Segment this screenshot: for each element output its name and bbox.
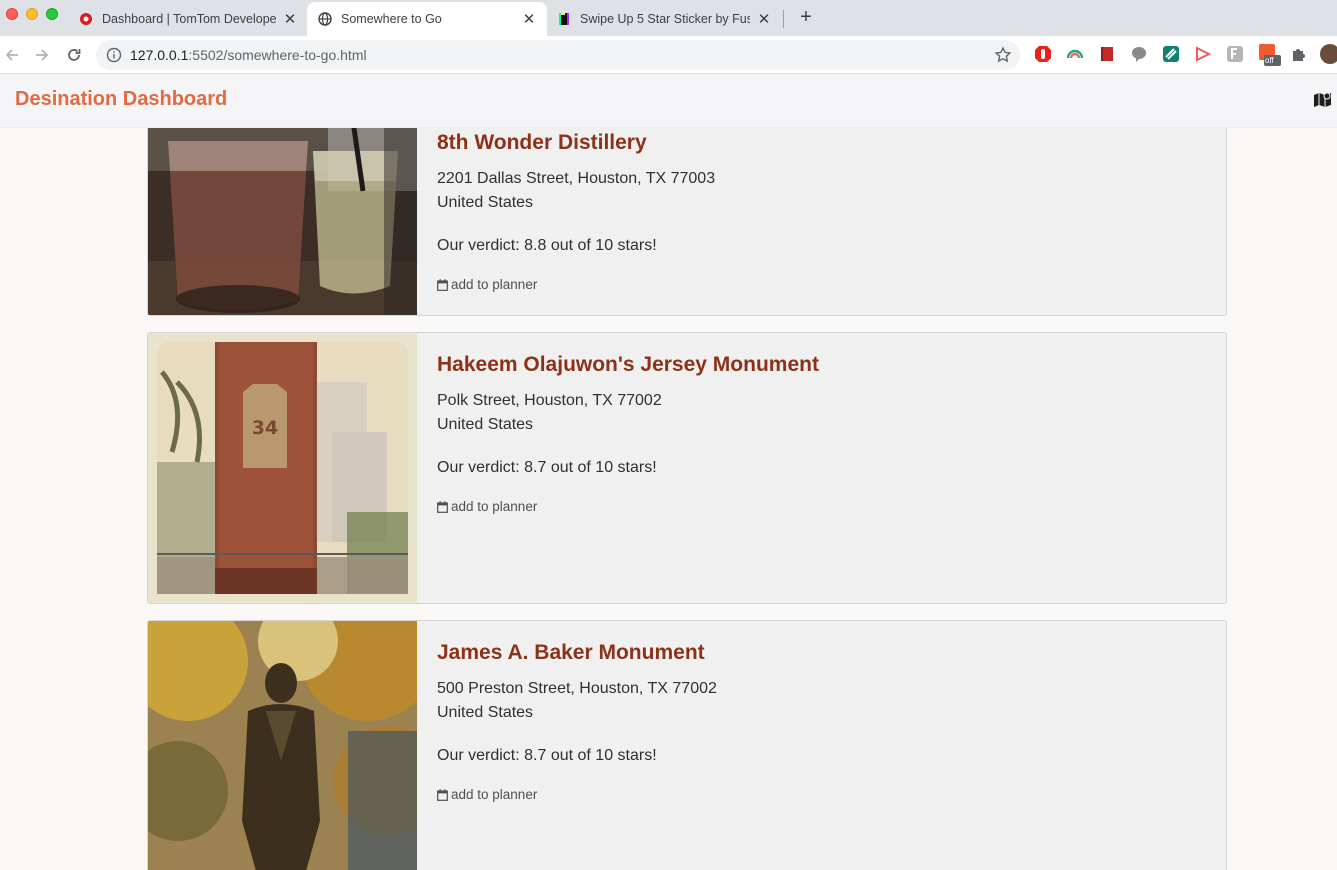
add-to-planner-link[interactable]: add to planner — [437, 277, 715, 292]
app-navbar: Desination Dashboard — [0, 74, 1337, 128]
address-line-1: 500 Preston Street, Houston, TX 77002 — [437, 680, 717, 697]
add-to-planner-link[interactable]: add to planner — [437, 787, 717, 802]
brand-title[interactable]: Desination Dashboard — [15, 88, 227, 111]
url-host: 127.0.0.1 — [130, 47, 189, 63]
place-title[interactable]: 8th Wonder Distillery — [437, 131, 715, 155]
address-line-1: Polk Street, Houston, TX 77002 — [437, 392, 662, 409]
place-card: 8th Wonder Distillery 2201 Dallas Street… — [147, 110, 1227, 316]
adblock-extension-icon[interactable] — [1034, 45, 1052, 63]
place-info: James A. Baker Monument 500 Preston Stre… — [437, 641, 717, 802]
book-extension-icon[interactable] — [1098, 45, 1116, 63]
verdict-text: Our verdict: 8.7 out of 10 stars! — [437, 459, 657, 476]
window-close-button[interactable] — [6, 8, 18, 20]
arrow-left-icon — [5, 49, 18, 61]
tab-title: Dashboard | TomTom Develope — [102, 12, 276, 26]
browser-toolbar: 127.0.0.1:5502/somewhere-to-go.html off — [0, 36, 1337, 74]
feedly-extension-icon[interactable] — [1162, 45, 1180, 63]
planner-label: add to planner — [451, 277, 538, 292]
tomtom-icon — [78, 11, 94, 27]
forward-button[interactable] — [30, 43, 54, 67]
browser-tab-strip: Dashboard | TomTom Develope ✕ Somewhere … — [0, 0, 1337, 36]
place-info: Hakeem Olajuwon's Jersey Monument Polk S… — [437, 353, 819, 514]
rainbow-extension-icon[interactable] — [1066, 45, 1084, 63]
reload-icon — [68, 49, 81, 61]
play-arrow-extension-icon[interactable] — [1194, 45, 1212, 63]
reload-button[interactable] — [62, 43, 86, 67]
back-button[interactable] — [0, 43, 24, 67]
calendar-icon — [437, 788, 448, 801]
place-info: 8th Wonder Distillery 2201 Dallas Street… — [437, 131, 715, 292]
address-line-2: United States — [437, 704, 534, 721]
window-maximize-button[interactable] — [46, 8, 58, 20]
place-card: 34 Hakeem Olajuwon's Jersey Monument Pol… — [147, 332, 1227, 604]
verdict-text: Our verdict: 8.8 out of 10 stars! — [437, 237, 657, 254]
cocktail-glasses-photo — [148, 111, 417, 315]
new-tab-button[interactable]: + — [796, 7, 816, 28]
bronze-statue-photo — [148, 621, 417, 870]
font-extension-icon[interactable] — [1226, 45, 1244, 63]
browser-tab-tomtom[interactable]: Dashboard | TomTom Develope ✕ — [68, 2, 308, 36]
calendar-icon — [437, 278, 448, 291]
puzzle-piece-icon[interactable] — [1290, 45, 1308, 63]
close-icon[interactable]: ✕ — [282, 11, 298, 28]
info-icon[interactable] — [106, 47, 122, 68]
planner-label: add to planner — [451, 499, 538, 514]
close-icon[interactable]: ✕ — [756, 11, 772, 28]
globe-icon — [317, 11, 333, 27]
url-text: 127.0.0.1:5502/somewhere-to-go.html — [130, 47, 367, 63]
address-bar[interactable]: 127.0.0.1:5502/somewhere-to-go.html — [96, 40, 1020, 70]
browser-tab-somewhere[interactable]: Somewhere to Go ✕ — [307, 2, 547, 36]
tab-title: Swipe Up 5 Star Sticker by Fus — [580, 12, 750, 26]
address-line-1: 2201 Dallas Street, Houston, TX 77003 — [437, 170, 716, 187]
tab-title: Somewhere to Go — [341, 12, 442, 26]
toggle-extension-icon[interactable]: off — [1258, 44, 1281, 66]
chat-bubble-extension-icon[interactable] — [1130, 45, 1148, 63]
place-title[interactable]: Hakeem Olajuwon's Jersey Monument — [437, 353, 819, 377]
arrow-right-icon — [36, 49, 49, 61]
add-to-planner-link[interactable]: add to planner — [437, 499, 819, 514]
profile-avatar[interactable] — [1320, 44, 1337, 64]
browser-tab-giphy[interactable]: Swipe Up 5 Star Sticker by Fus ✕ — [546, 2, 782, 36]
jersey-number: 34 — [252, 417, 278, 439]
window-minimize-button[interactable] — [26, 8, 38, 20]
place-card: James A. Baker Monument 500 Preston Stre… — [147, 620, 1227, 870]
address-line-2: United States — [437, 416, 534, 433]
close-icon[interactable]: ✕ — [521, 11, 537, 28]
jersey-monument-photo: 34 — [148, 333, 417, 603]
calendar-icon — [437, 500, 448, 513]
tab-separator — [783, 10, 784, 28]
address-line-2: United States — [437, 194, 534, 211]
place-title[interactable]: James A. Baker Monument — [437, 641, 717, 665]
planner-label: add to planner — [451, 787, 538, 802]
url-path: :5502/somewhere-to-go.html — [188, 47, 367, 63]
extension-off-badge: off — [1265, 56, 1274, 65]
giphy-icon — [556, 11, 572, 27]
map-icon[interactable] — [1313, 91, 1333, 114]
verdict-text: Our verdict: 8.7 out of 10 stars! — [437, 747, 657, 764]
bookmark-star-icon[interactable] — [994, 46, 1012, 69]
